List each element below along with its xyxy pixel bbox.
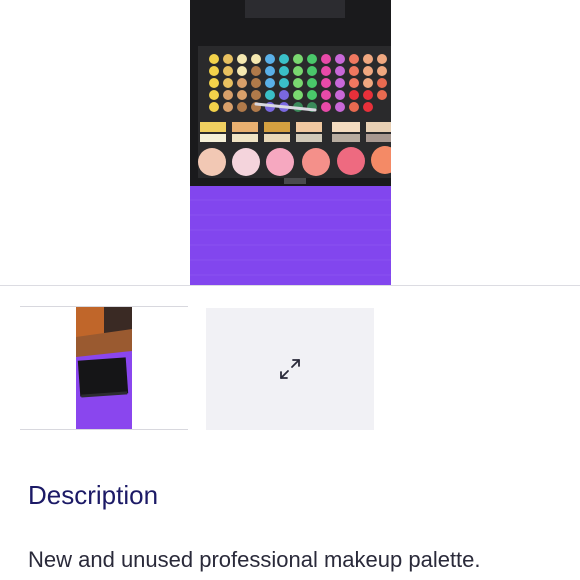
- expand-arrows-icon: [280, 359, 300, 379]
- image-divider: [0, 285, 580, 286]
- description-text: New and unused professional makeup palet…: [28, 547, 481, 572]
- thumbnail-image[interactable]: [76, 307, 132, 429]
- description-heading: Description: [28, 480, 159, 510]
- main-product-image[interactable]: [190, 0, 391, 285]
- expand-gallery-button[interactable]: [206, 308, 374, 430]
- thumbnail-frame[interactable]: [20, 306, 188, 430]
